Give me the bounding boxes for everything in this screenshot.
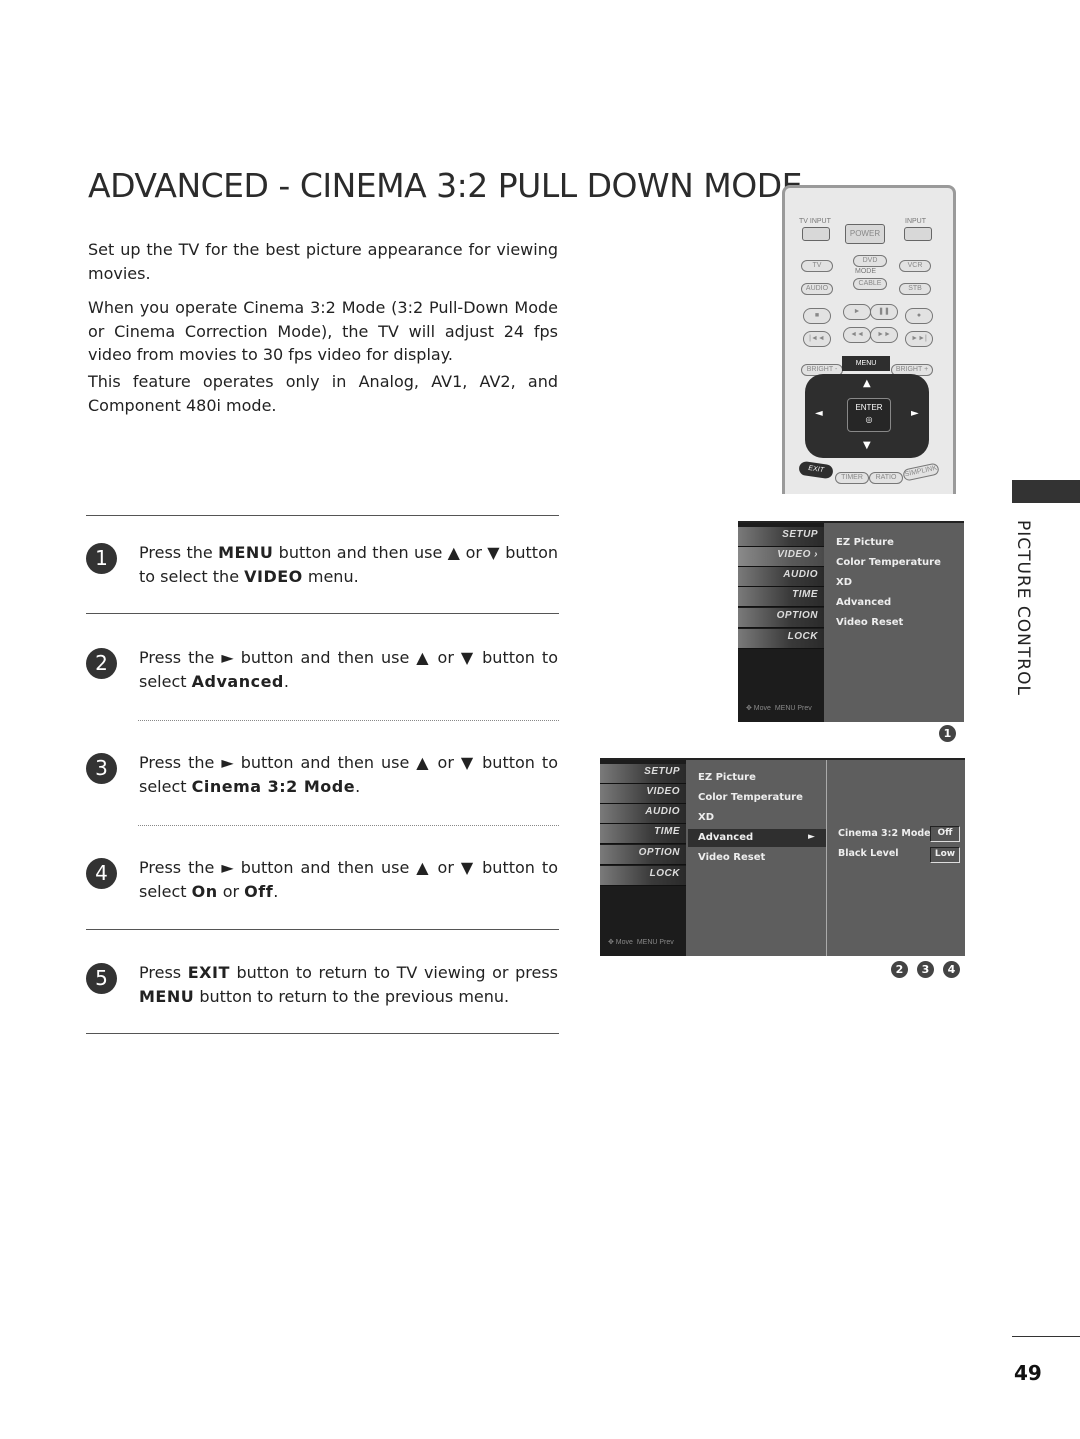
- osd-tab-video: VIDEO: [600, 784, 686, 804]
- step-text: Press EXIT button to return to TV viewin…: [139, 963, 559, 1006]
- osd-tab-option: OPTION: [600, 845, 686, 865]
- osd-item-advanced: Advanced: [836, 597, 892, 608]
- down-arrow-icon: ▼: [863, 440, 871, 451]
- osd-tab-lock: LOCK: [600, 866, 686, 886]
- simplink-button: SIMPLINK: [902, 462, 940, 482]
- step-number-badge: 4: [86, 858, 117, 889]
- vcr-mode-button: VCR: [899, 260, 931, 272]
- step-text: Press the ► button and then use ▲ or ▼ b…: [139, 858, 558, 901]
- osd-item-ez-picture: EZ Picture: [836, 537, 894, 548]
- timer-button: TIMER: [835, 472, 869, 484]
- osd-tab-time: TIME: [600, 824, 686, 844]
- osd-item-xd: XD: [836, 577, 853, 588]
- stb-mode-button: STB: [899, 283, 931, 295]
- tv-input-button: [802, 227, 830, 241]
- osd-sidebar: SETUP VIDEO AUDIO TIME OPTION LOCK ✥ Mov…: [600, 760, 686, 956]
- skip-back-button: |◄◄: [803, 331, 831, 347]
- osd-tab-lock: LOCK: [738, 629, 824, 649]
- intro-paragraph-2: When you operate Cinema 3:2 Mode (3:2 Pu…: [88, 298, 558, 364]
- record-button: ●: [905, 308, 933, 324]
- section-tab-marker: [1012, 480, 1080, 503]
- tv-mode-button: TV: [801, 260, 833, 272]
- dvd-mode-button: DVD: [853, 255, 887, 267]
- fast-forward-button: ►►: [870, 327, 898, 343]
- divider: [86, 929, 559, 930]
- osd-item-color-temperature: Color Temperature: [698, 792, 803, 803]
- osd-column-divider: [826, 760, 827, 956]
- step-number-badge: 2: [86, 648, 117, 679]
- osd-item-xd: XD: [698, 812, 715, 823]
- stop-button: ■: [803, 308, 831, 324]
- osd-advanced-menu-screenshot: SETUP VIDEO AUDIO TIME OPTION LOCK ✥ Mov…: [600, 758, 965, 956]
- osd-footer: ✥ Move MENU Prev: [746, 705, 812, 712]
- step-text: Press the MENU button and then use ▲ or …: [139, 543, 558, 586]
- skip-forward-button: ►►|: [905, 331, 933, 347]
- osd-tab-time: TIME: [738, 587, 824, 607]
- direction-pad: ▲ ▼ ◄ ► ENTER ◎: [805, 374, 929, 458]
- page-title: ADVANCED - CINEMA 3:2 PULL DOWN MODE: [88, 166, 802, 205]
- rewind-button: ◄◄: [843, 327, 871, 343]
- submenu-arrow-icon: ►: [808, 832, 815, 842]
- step-number-badge: 5: [86, 963, 117, 994]
- mode-label: MODE: [855, 268, 876, 275]
- tv-input-label: TV INPUT: [799, 218, 831, 225]
- osd-sub-cinema-mode-label: Cinema 3:2 Mode: [838, 828, 931, 839]
- ratio-button: RATIO: [869, 472, 903, 484]
- osd-item-advanced: Advanced: [698, 832, 754, 843]
- page-number: 49: [1014, 1361, 1042, 1385]
- osd-tab-setup: SETUP: [600, 764, 686, 784]
- divider: [86, 515, 559, 516]
- osd-sub-black-level-label: Black Level: [838, 848, 899, 859]
- osd-tab-setup: SETUP: [738, 527, 824, 547]
- dotted-divider: [138, 720, 559, 721]
- input-button: [904, 227, 932, 241]
- osd-item-video-reset: Video Reset: [698, 852, 766, 863]
- audio-mode-button: AUDIO: [801, 283, 833, 295]
- input-label: INPUT: [905, 218, 926, 225]
- enter-label: ENTER: [855, 403, 883, 412]
- osd-tab-option: OPTION: [738, 608, 824, 628]
- osd-sub-black-level-value: Low: [930, 847, 960, 863]
- step-text: Press the ► button and then use ▲ or ▼ b…: [139, 648, 558, 691]
- osd-tab-video: VIDEO ›: [738, 547, 824, 567]
- menu-button: MENU: [842, 356, 890, 371]
- osd-video-menu-screenshot: SETUP VIDEO › AUDIO TIME OPTION LOCK ✥ M…: [738, 521, 964, 722]
- step-number-badge: 1: [86, 543, 117, 574]
- osd-tab-audio: AUDIO: [600, 804, 686, 824]
- osd-item-video-reset: Video Reset: [836, 617, 904, 628]
- section-label: PICTURE CONTROL: [1013, 520, 1033, 696]
- remote-control-illustration: TV INPUT INPUT POWER TV DVD VCR MODE AUD…: [782, 185, 956, 494]
- osd-footer: ✥ Move MENU Prev: [608, 939, 674, 946]
- figure-badge: 4: [943, 961, 960, 978]
- divider: [86, 613, 559, 614]
- cable-mode-button: CABLE: [853, 278, 887, 290]
- osd-sidebar: SETUP VIDEO › AUDIO TIME OPTION LOCK ✥ M…: [738, 523, 824, 722]
- up-arrow-icon: ▲: [863, 378, 871, 389]
- left-arrow-icon: ◄: [815, 408, 823, 419]
- enter-button: ENTER ◎: [847, 398, 891, 432]
- intro-paragraph-3: This feature operates only in Analog, AV…: [88, 372, 558, 415]
- step-text: Press the ► button and then use ▲ or ▼ b…: [139, 753, 558, 796]
- page-number-rule: [1012, 1336, 1080, 1337]
- dotted-divider: [138, 825, 559, 826]
- figure-badge: 2: [891, 961, 908, 978]
- right-arrow-icon: ►: [911, 408, 919, 419]
- figure-badge: 3: [917, 961, 934, 978]
- play-button: ►: [843, 304, 871, 320]
- figure-badge: 1: [939, 725, 956, 742]
- osd-tab-audio: AUDIO: [738, 567, 824, 587]
- exit-button: EXIT: [798, 460, 834, 480]
- osd-item-ez-picture: EZ Picture: [698, 772, 756, 783]
- pause-button: ❚❚: [870, 304, 898, 320]
- step-number-badge: 3: [86, 753, 117, 784]
- osd-sub-cinema-mode-value: Off: [930, 826, 960, 842]
- intro-paragraph-1: Set up the TV for the best picture appea…: [88, 240, 558, 283]
- power-button: POWER: [845, 224, 885, 244]
- osd-item-color-temperature: Color Temperature: [836, 557, 941, 568]
- divider: [86, 1033, 559, 1034]
- enter-icon: ◎: [865, 415, 873, 424]
